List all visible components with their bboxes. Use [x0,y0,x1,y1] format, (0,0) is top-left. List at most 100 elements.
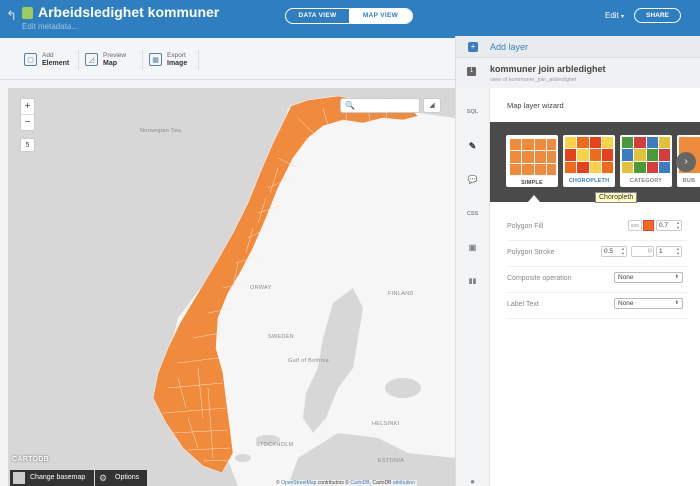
change-basemap-button[interactable]: Change basemap [10,470,94,486]
map-label-finland: FINLAND [388,291,414,297]
label-text-row: Label Text None ⬍ [507,293,687,319]
export-top: Export [167,52,186,59]
map-layer-wizard: Map layer wizard SIMPLE CHOROPLETH CATEG… [490,88,700,486]
attribution-mid: contributors © [316,480,351,486]
preview-bottom: Map [103,60,117,67]
export-image-button[interactable]: ▦ Export Image [149,52,187,68]
map-attribution: © OpenStreetMap contributors © CartoDB, … [274,480,417,486]
export-image-icon: ▦ [149,53,162,66]
polygon-stroke-color-picker[interactable]: ⊡ [631,246,654,257]
preview-icon: ◿ [85,53,98,66]
polygon-fill-opacity-value: 0.7 [659,222,669,229]
add-element-top: Add [42,52,54,59]
wizard-card-category[interactable]: CATEGORY [620,135,672,187]
choropleth-tooltip: Choropleth [595,192,638,203]
layer-panel: + Add layer 1 kommuner join arbledighet … [455,36,700,486]
selected-pointer [528,195,540,202]
share-button[interactable]: SHARE [634,8,681,23]
polygon-fill-image-picker[interactable]: IMG [628,220,642,231]
composite-select[interactable]: None ⬍ [614,272,683,283]
wizard-carousel: SIMPLE CHOROPLETH CATEGORY BUB › [490,122,700,202]
polygon-stroke-row: Polygon Stroke 0.5 ▲ ▼ ⊡ 1 ▲ ▼ [507,241,687,267]
map-share-button[interactable]: ◢ [423,98,441,113]
gear-icon: ⚙ [99,473,108,483]
back-arrow-icon[interactable]: ↰ [6,8,17,24]
map-search-input[interactable]: 🔍 [340,98,420,113]
label-text-label: Label Text [507,301,539,308]
osm-link[interactable]: OpenStreetMap [281,480,316,486]
stepper-icon[interactable]: ▲ ▼ [676,220,680,230]
polygon-fill-color-swatch[interactable] [643,220,654,231]
map-label-gulf: Gulf of Bothnia [288,358,329,364]
edit-label: Edit [605,11,619,20]
change-basemap-label: Change basemap [30,474,86,481]
layer-name[interactable]: kommuner join arbledighet [490,64,606,74]
composite-row: Composite operation None ⬍ [507,267,687,293]
polygon-stroke-width-value: 0.5 [604,248,614,255]
css-tab[interactable]: CSS [465,208,480,220]
map-label-norway: ORWAY [250,285,272,291]
wizard-title: Map layer wizard [507,101,564,110]
zoom-control: + − [20,98,35,131]
add-element-icon: ▢ [24,53,37,66]
wizard-tab[interactable]: ✎ [465,140,480,152]
polygon-stroke-width-input[interactable]: 0.5 ▲ ▼ [601,246,627,257]
preview-map-button[interactable]: ◿ Preview Map [85,52,126,68]
category-preview [622,137,670,173]
zoom-in-button[interactable]: + [21,99,34,115]
preview-top: Preview [103,52,127,59]
add-layer-button[interactable]: + Add layer [456,36,700,58]
filters-tab[interactable]: ▮▮ [465,276,480,288]
add-element-bottom: Element [42,60,70,67]
composite-value: None [618,274,634,281]
wizard-card-category-label: CATEGORY [629,178,663,184]
attribution-link[interactable]: attribution [393,480,415,486]
label-text-value: None [618,300,634,307]
map-label-helsinki: HELSINKI [372,421,400,427]
layer-tool-tabs: SQL ✎ 💬 CSS ▣ ▮▮ ● [456,88,490,486]
legend-tab[interactable]: ▣ [465,242,480,254]
polygon-fill-label: Polygon Fill [507,223,544,230]
polygon-stroke-opacity-input[interactable]: 1 ▲ ▼ [656,246,682,257]
tab-data-view[interactable]: DATA VIEW [286,9,349,23]
add-element-button[interactable]: ▢ Add Element [24,52,69,68]
divider [78,50,79,70]
layer-source: view of kommuner_join_arbledighet [490,77,577,83]
simple-preview [510,139,556,175]
map-label-sweden: SWEDEN [268,334,294,340]
choropleth-preview [565,137,613,173]
map-label-stockholm: STOCKHOLM [256,442,294,448]
wizard-card-simple[interactable]: SIMPLE [506,135,558,187]
layer-number: 1 [467,67,476,76]
lake [385,378,421,398]
cartodb-link[interactable]: CartoDB [350,480,369,486]
tab-map-view[interactable]: MAP VIEW [349,9,412,23]
plus-icon: + [468,42,478,52]
infowindow-tab[interactable]: 💬 [465,174,480,186]
wizard-card-choropleth[interactable]: CHOROPLETH [563,135,615,187]
stepper-icon[interactable]: ▲ ▼ [676,246,680,256]
wizard-card-bubble-label: BUB [682,178,696,184]
chevron-down-icon: ⬍ [674,300,679,306]
edit-menu[interactable]: Edit ▾ [605,11,624,20]
carousel-next-button[interactable]: › [676,152,696,172]
layer-header[interactable]: 1 kommuner join arbledighet view of komm… [456,58,700,88]
options-button[interactable]: ⚙ Options [95,470,147,486]
map-canvas[interactable]: Norwegian Sea ORWAY FINLAND SWEDEN Gulf … [8,88,455,486]
wizard-card-simple-label: SIMPLE [521,180,543,186]
attribution-sep: , CartoDB [369,480,393,486]
stepper-icon[interactable]: ▲ ▼ [621,246,625,256]
zoom-out-button[interactable]: − [21,115,34,131]
chevron-down-icon: ▾ [621,14,625,20]
page-title[interactable]: Arbeidsledighet kommuner [38,4,219,20]
label-text-select[interactable]: None ⬍ [614,298,683,309]
sql-tab[interactable]: SQL [465,106,480,118]
polygon-fill-row: Polygon Fill IMG 0.7 ▲ ▼ [507,215,687,241]
color-picker-icon: ⊡ [647,248,652,254]
table-icon [22,7,33,19]
polygon-fill-opacity-input[interactable]: 0.7 ▲ ▼ [656,220,682,231]
export-bottom: Image [167,60,188,67]
edit-metadata-link[interactable]: Edit metadata... [22,22,78,31]
zoom-level: 5 [20,138,35,152]
help-icon[interactable]: ● [465,476,480,486]
